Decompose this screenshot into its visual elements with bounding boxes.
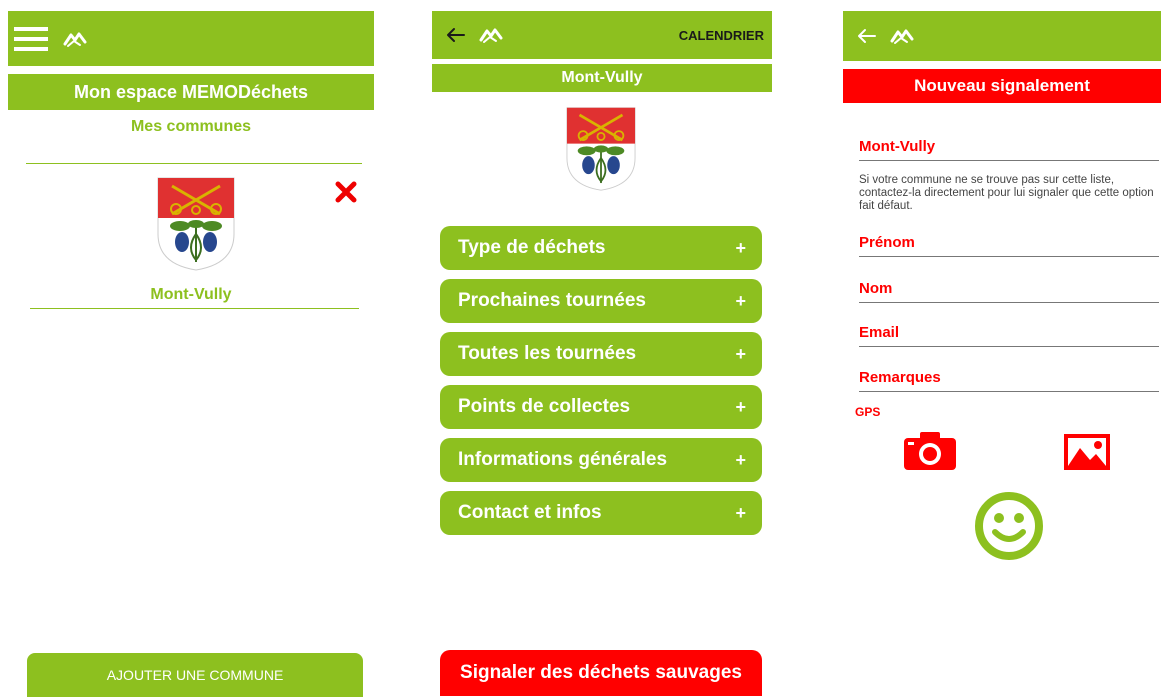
menu-button[interactable] bbox=[12, 11, 50, 66]
nom-field[interactable]: Nom bbox=[859, 276, 1159, 303]
coat-of-arms bbox=[156, 176, 236, 272]
back-button[interactable] bbox=[442, 11, 468, 59]
camera-button[interactable] bbox=[901, 430, 959, 474]
app-logo-icon bbox=[887, 11, 917, 61]
delete-commune-button[interactable] bbox=[334, 181, 358, 205]
back-arrow-icon bbox=[858, 29, 876, 43]
back-button[interactable] bbox=[853, 11, 879, 61]
coat-of-arms bbox=[565, 106, 637, 192]
remarques-field[interactable]: Remarques bbox=[859, 365, 1159, 392]
expand-icon: + bbox=[735, 502, 746, 523]
page-title: Mont-Vully bbox=[432, 62, 772, 92]
accordion-label: Points de collectes bbox=[458, 396, 631, 417]
app-bar bbox=[843, 11, 1161, 61]
screen-mes-communes: Mon espace MEMODéchets Mes communes Mont… bbox=[8, 0, 374, 697]
commune-name[interactable]: Mont-Vully bbox=[8, 286, 374, 304]
remarques-label: Remarques bbox=[859, 369, 941, 386]
back-arrow-icon bbox=[447, 28, 465, 42]
gallery-icon bbox=[1064, 434, 1110, 470]
page-title: Mon espace MEMODéchets bbox=[8, 74, 374, 110]
accordion-toutes-tournees[interactable]: Toutes les tournées + bbox=[440, 332, 762, 376]
prenom-label: Prénom bbox=[859, 234, 915, 251]
expand-icon: + bbox=[735, 396, 746, 417]
add-commune-button[interactable]: AJOUTER UNE COMMUNE bbox=[27, 653, 363, 697]
app-logo-icon bbox=[476, 11, 506, 59]
accordion-type-dechets[interactable]: Type de déchets + bbox=[440, 226, 762, 270]
accordion-prochaines-tournees[interactable]: Prochaines tournées + bbox=[440, 279, 762, 323]
expand-icon: + bbox=[735, 237, 746, 258]
app-bar bbox=[8, 11, 374, 66]
report-waste-button[interactable]: Signaler des déchets sauvages bbox=[440, 650, 762, 696]
camera-icon bbox=[904, 432, 956, 470]
prenom-field[interactable]: Prénom bbox=[859, 230, 1159, 257]
accordion-label: Contact et infos bbox=[458, 502, 602, 523]
gallery-button[interactable] bbox=[1061, 432, 1113, 474]
smiley-icon bbox=[971, 488, 1047, 564]
divider bbox=[30, 308, 359, 309]
email-label: Email bbox=[859, 324, 900, 341]
accordion-informations-generales[interactable]: Informations générales + bbox=[440, 438, 762, 482]
commune-select[interactable]: Mont-Vully bbox=[859, 134, 1159, 161]
accordion-label: Prochaines tournées bbox=[458, 290, 646, 311]
divider bbox=[26, 163, 362, 164]
expand-icon: + bbox=[735, 449, 746, 470]
delete-icon bbox=[335, 181, 357, 203]
help-text: Si votre commune ne se trouve pas sur ce… bbox=[859, 174, 1154, 212]
app-logo-icon bbox=[60, 11, 90, 66]
expand-icon: + bbox=[735, 290, 746, 311]
screen-commune-detail: CALENDRIER Mont-Vully Type de déchets + … bbox=[432, 0, 772, 696]
commune-select-value: Mont-Vully bbox=[859, 138, 936, 155]
screen-nouveau-signalement: Nouveau signalement Mont-Vully Si votre … bbox=[843, 0, 1161, 691]
calendar-button[interactable]: CALENDRIER bbox=[673, 11, 770, 59]
page-title: Nouveau signalement bbox=[843, 69, 1161, 103]
accordion-contact-infos[interactable]: Contact et infos + bbox=[440, 491, 762, 535]
accordion-points-collectes[interactable]: Points de collectes + bbox=[440, 385, 762, 429]
expand-icon: + bbox=[735, 343, 746, 364]
menu-icon bbox=[14, 26, 48, 51]
gps-label: GPS bbox=[855, 405, 881, 419]
accordion-label: Informations générales bbox=[458, 449, 668, 470]
accordion-label: Toutes les tournées bbox=[458, 343, 637, 364]
accordion-label: Type de déchets bbox=[458, 237, 606, 258]
app-bar: CALENDRIER bbox=[432, 11, 772, 59]
section-title: Mes communes bbox=[130, 118, 252, 135]
email-field[interactable]: Email bbox=[859, 320, 1159, 347]
nom-label: Nom bbox=[859, 280, 893, 297]
